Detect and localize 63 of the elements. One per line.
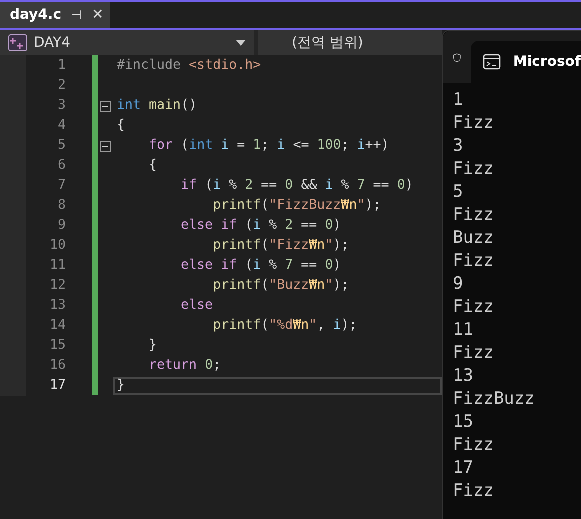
output-line: Fizz: [453, 343, 494, 363]
line-number: 15: [50, 337, 66, 355]
line-number: 17: [50, 377, 66, 395]
code-line: int main(): [116, 98, 198, 114]
code-line: else if (i % 2 == 0): [180, 218, 342, 234]
line-number: 3: [58, 97, 66, 115]
output-line: Buzz: [453, 228, 494, 248]
line-number: 10: [50, 237, 66, 255]
code-line: if (i % 2 == 0 && i % 7 == 0): [180, 178, 414, 194]
console-icon: [483, 54, 502, 70]
output-line: Fizz: [453, 205, 494, 225]
output-line: Fizz: [453, 251, 494, 271]
line-number: 14: [50, 317, 66, 335]
collapse-icon[interactable]: [100, 140, 111, 152]
line-number: 8: [58, 197, 66, 215]
tab-title[interactable]: day4.c: [10, 7, 62, 23]
output-line: 5: [453, 182, 464, 202]
output-line: Fizz: [453, 481, 494, 501]
project-icon: [8, 34, 28, 52]
code-line: return 0;: [148, 358, 222, 374]
project-dropdown[interactable]: DAY4: [0, 30, 258, 55]
collapse-icon[interactable]: [100, 100, 111, 112]
close-button[interactable]: ✕: [92, 7, 104, 23]
line-number: 11: [50, 257, 66, 275]
line-number: 6: [58, 157, 66, 175]
code-line: printf("Fizz₩n");: [212, 238, 350, 254]
output-line: 11: [453, 320, 474, 340]
code-line: {: [116, 118, 126, 134]
caret-icon: [236, 40, 246, 46]
pin-button[interactable]: ⊣: [72, 8, 82, 22]
terminal-tab[interactable]: Microsof: [471, 41, 581, 83]
line-number: 5: [58, 137, 66, 155]
code-line: {: [148, 158, 158, 174]
line-number: 13: [50, 297, 66, 315]
code-line: }: [148, 338, 158, 354]
scope-dropdown[interactable]: (전역 범위): [258, 30, 442, 55]
output-line: 3: [453, 136, 464, 156]
code-line: printf("Buzz₩n");: [212, 278, 350, 294]
code-line: printf("%d₩n", i);: [212, 318, 358, 334]
code-line: else if (i % 7 == 0): [180, 258, 342, 274]
document-tab[interactable]: day4.c ⊣ ✕: [0, 2, 110, 28]
output-line: 17: [453, 458, 474, 478]
code-line: #include <stdio.h>: [116, 58, 262, 74]
output-line: Fizz: [453, 113, 494, 133]
code-line: for (int i = 1; i <= 100; i++): [148, 138, 390, 154]
output-line: 1: [453, 90, 464, 110]
line-number: 9: [58, 217, 66, 235]
output-line: Fizz: [453, 435, 494, 455]
line-number: 12: [50, 277, 66, 295]
code-line: printf("FizzBuzz₩n");: [212, 198, 382, 214]
line-number: 2: [58, 77, 66, 95]
line-number: 1: [58, 57, 66, 75]
output-line: 9: [453, 274, 464, 294]
line-number: 4: [58, 117, 66, 135]
output-line: 13: [453, 366, 474, 386]
code-line: else: [180, 298, 214, 314]
line-number: 16: [50, 357, 66, 375]
output-line: 15: [453, 412, 474, 432]
code-line: }: [116, 378, 126, 394]
output-line: Fizz: [453, 297, 494, 317]
output-line: Fizz: [453, 159, 494, 179]
output-line: FizzBuzz: [453, 389, 535, 409]
line-number: 7: [58, 177, 66, 195]
